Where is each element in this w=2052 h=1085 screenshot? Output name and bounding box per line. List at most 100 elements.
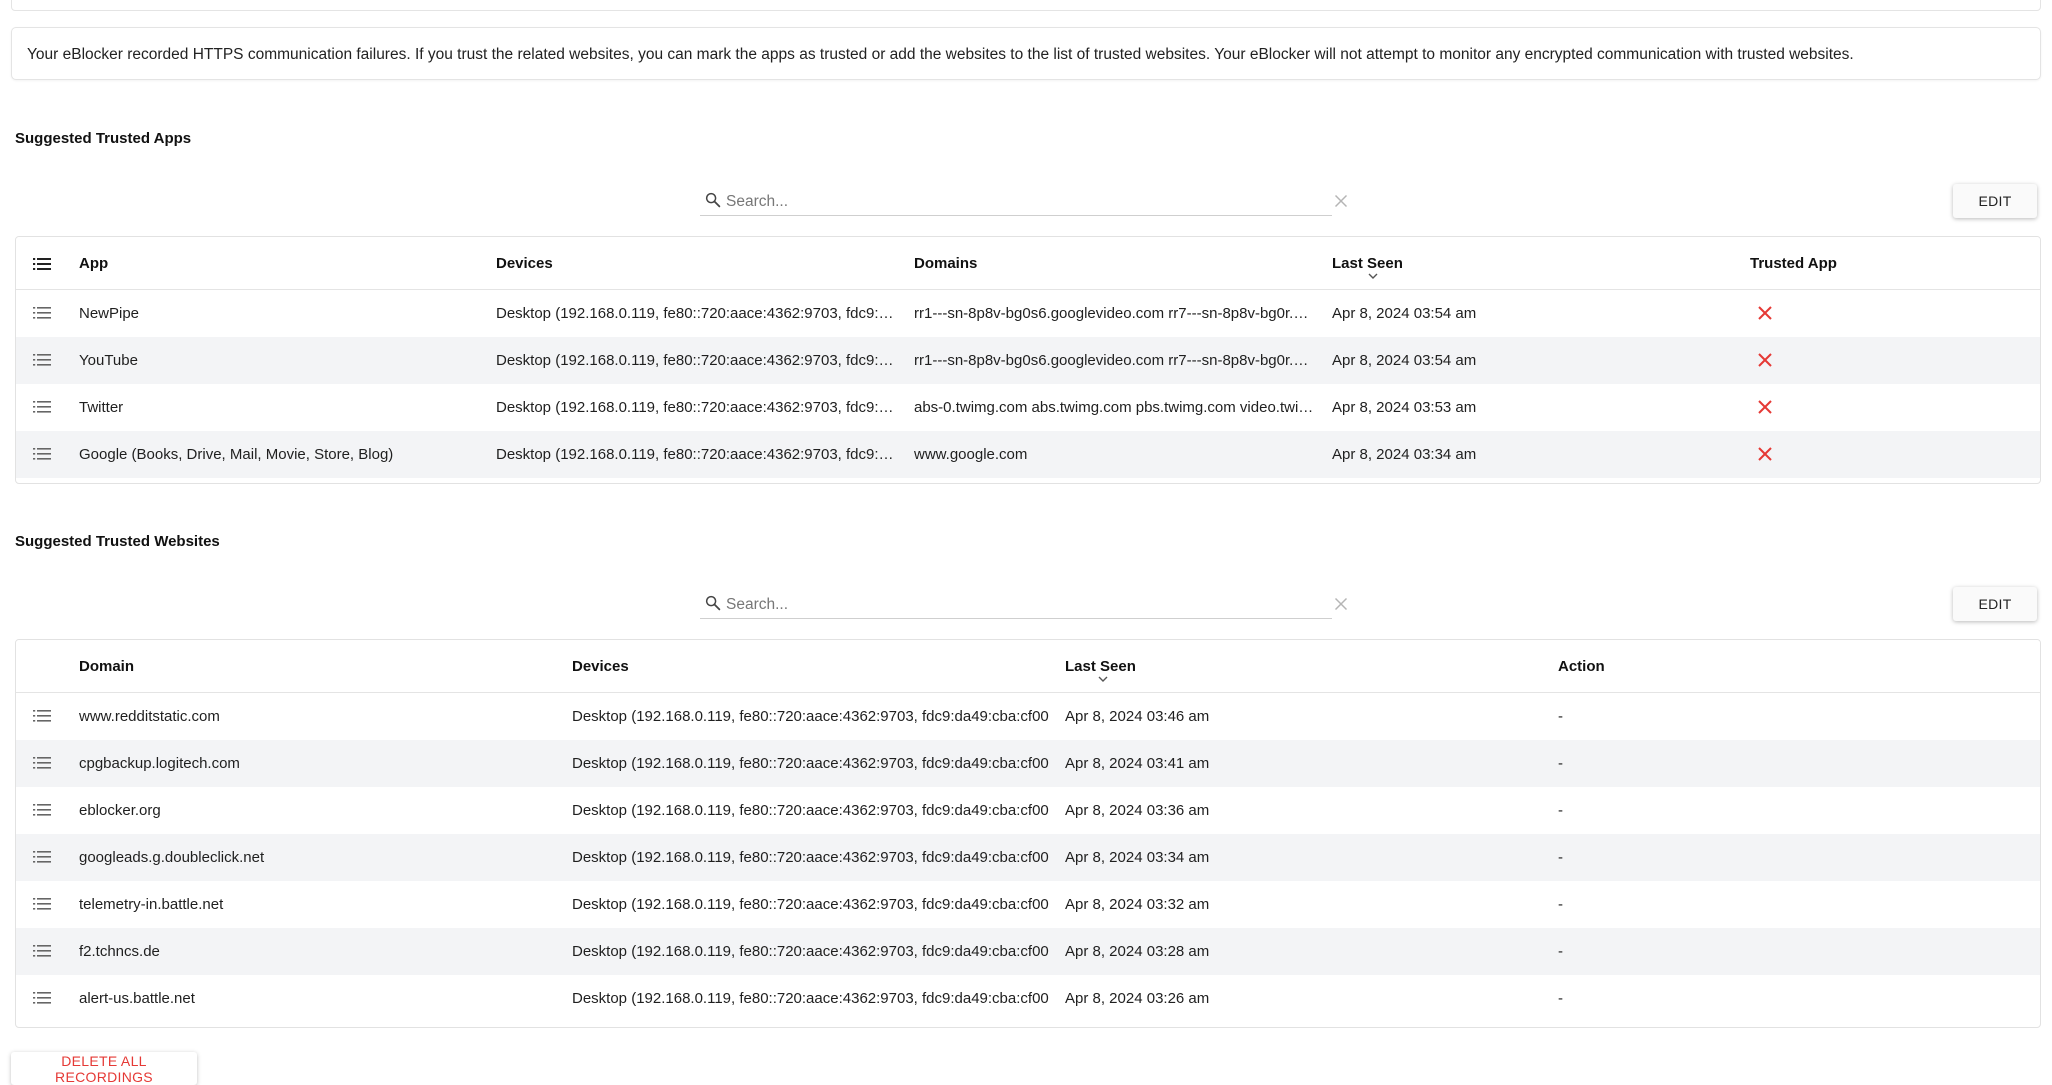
list-icon[interactable] <box>33 709 51 723</box>
apps-table-header: App Devices Domains Last Seen Trusted Ap… <box>16 237 2040 290</box>
website-last-seen: Apr 8, 2024 03:28 am <box>1065 943 1210 960</box>
website-devices: Desktop (192.168.0.119, fe80::720:aace:4… <box>572 849 1049 866</box>
website-action: - <box>1558 943 1563 960</box>
col-last-seen[interactable]: Last Seen <box>1065 658 1136 675</box>
website-action: - <box>1558 802 1563 819</box>
app-devices: Desktop (192.168.0.119, fe80::720:aace:4… <box>496 446 896 463</box>
app-name: NewPipe <box>79 305 140 322</box>
website-domain: googleads.g.doubleclick.net <box>79 849 265 866</box>
list-icon[interactable] <box>33 447 51 461</box>
website-devices: Desktop (192.168.0.119, fe80::720:aace:4… <box>572 802 1049 819</box>
table-row[interactable]: YouTube Desktop (192.168.0.119, fe80::72… <box>16 337 2040 384</box>
close-icon[interactable] <box>1757 399 1773 415</box>
app-last-seen: Apr 8, 2024 03:54 am <box>1332 305 1477 322</box>
col-domain[interactable]: Domain <box>79 658 134 675</box>
col-last-seen[interactable]: Last Seen <box>1332 255 1403 272</box>
website-devices: Desktop (192.168.0.119, fe80::720:aace:4… <box>572 708 1049 725</box>
app-name: Twitter <box>79 399 124 416</box>
search-icon <box>705 595 721 611</box>
info-card: Your eBlocker recorded HTTPS communicati… <box>11 27 2041 80</box>
website-action: - <box>1558 990 1563 1007</box>
list-icon[interactable] <box>33 991 51 1005</box>
website-domain: telemetry-in.battle.net <box>79 896 224 913</box>
website-devices: Desktop (192.168.0.119, fe80::720:aace:4… <box>572 755 1049 772</box>
list-icon[interactable] <box>33 803 51 817</box>
col-app[interactable]: App <box>79 255 108 272</box>
search-icon <box>705 192 721 208</box>
list-icon[interactable] <box>33 756 51 770</box>
table-row[interactable]: alert-us.battle.net Desktop (192.168.0.1… <box>16 975 2040 1022</box>
chevron-down-icon <box>1368 273 1378 279</box>
clear-icon[interactable] <box>1330 593 1352 615</box>
col-domains[interactable]: Domains <box>914 255 977 272</box>
website-last-seen: Apr 8, 2024 03:34 am <box>1065 849 1210 866</box>
website-last-seen: Apr 8, 2024 03:36 am <box>1065 802 1210 819</box>
websites-table-header: Domain Devices Last Seen Action <box>16 640 2040 693</box>
close-icon[interactable] <box>1757 352 1773 368</box>
list-icon[interactable] <box>33 353 51 367</box>
list-icon[interactable] <box>33 400 51 414</box>
list-icon[interactable] <box>33 306 51 320</box>
website-last-seen: Apr 8, 2024 03:32 am <box>1065 896 1210 913</box>
col-devices[interactable]: Devices <box>496 255 553 272</box>
app-name: Google (Books, Drive, Mail, Movie, Store… <box>79 446 394 463</box>
app-domains: www.google.com <box>914 446 1028 463</box>
info-message: Your eBlocker recorded HTTPS communicati… <box>27 46 1854 63</box>
apps-section-title: Suggested Trusted Apps <box>15 130 192 147</box>
website-domain: cpgbackup.logitech.com <box>79 755 240 772</box>
app-devices: Desktop (192.168.0.119, fe80::720:aace:4… <box>496 352 896 369</box>
websites-search-input[interactable] <box>724 593 1288 617</box>
websites-table: Domain Devices Last Seen Action www.redd… <box>15 639 2041 1028</box>
apps-search-box <box>700 186 1332 216</box>
app-last-seen: Apr 8, 2024 03:53 am <box>1332 399 1477 416</box>
websites-section-title: Suggested Trusted Websites <box>15 533 220 550</box>
website-domain: eblocker.org <box>79 802 161 819</box>
website-last-seen: Apr 8, 2024 03:41 am <box>1065 755 1210 772</box>
table-row[interactable]: eblocker.org Desktop (192.168.0.119, fe8… <box>16 787 2040 834</box>
table-row[interactable]: cpgbackup.logitech.com Desktop (192.168.… <box>16 740 2040 787</box>
app-domains: rr1---sn-8p8v-bg0s6.googlevideo.com rr7-… <box>914 305 1314 322</box>
websites-edit-button[interactable]: EDIT <box>1953 587 2037 621</box>
app-name: YouTube <box>79 352 138 369</box>
table-row[interactable]: googleads.g.doubleclick.net Desktop (192… <box>16 834 2040 881</box>
table-row[interactable]: telemetry-in.battle.net Desktop (192.168… <box>16 881 2040 928</box>
website-devices: Desktop (192.168.0.119, fe80::720:aace:4… <box>572 990 1049 1007</box>
apps-table: App Devices Domains Last Seen Trusted Ap… <box>15 236 2041 484</box>
website-domain: alert-us.battle.net <box>79 990 195 1007</box>
top-card <box>11 0 2041 11</box>
table-row[interactable]: Google (Books, Drive, Mail, Movie, Store… <box>16 431 2040 478</box>
close-icon[interactable] <box>1757 446 1773 462</box>
website-devices: Desktop (192.168.0.119, fe80::720:aace:4… <box>572 896 1049 913</box>
websites-table-body: www.redditstatic.com Desktop (192.168.0.… <box>16 693 2040 1022</box>
website-action: - <box>1558 896 1563 913</box>
col-trusted-app[interactable]: Trusted App <box>1750 255 1837 272</box>
websites-search-box <box>700 589 1332 619</box>
delete-all-recordings-button[interactable]: DELETE ALL RECORDINGS <box>11 1052 197 1085</box>
website-domain: www.redditstatic.com <box>79 708 220 725</box>
list-icon[interactable] <box>33 897 51 911</box>
apps-table-body: NewPipe Desktop (192.168.0.119, fe80::72… <box>16 290 2040 478</box>
table-row[interactable]: f2.tchncs.de Desktop (192.168.0.119, fe8… <box>16 928 2040 975</box>
apps-edit-button[interactable]: EDIT <box>1953 184 2037 218</box>
website-devices: Desktop (192.168.0.119, fe80::720:aace:4… <box>572 943 1049 960</box>
list-icon[interactable] <box>33 944 51 958</box>
app-last-seen: Apr 8, 2024 03:54 am <box>1332 352 1477 369</box>
apps-search-input[interactable] <box>724 190 1288 214</box>
list-icon[interactable] <box>33 850 51 864</box>
table-row[interactable]: NewPipe Desktop (192.168.0.119, fe80::72… <box>16 290 2040 337</box>
website-last-seen: Apr 8, 2024 03:46 am <box>1065 708 1210 725</box>
clear-icon[interactable] <box>1330 190 1352 212</box>
app-devices: Desktop (192.168.0.119, fe80::720:aace:4… <box>496 305 896 322</box>
list-icon[interactable] <box>33 257 51 271</box>
app-devices: Desktop (192.168.0.119, fe80::720:aace:4… <box>496 399 896 416</box>
app-domains: rr1---sn-8p8v-bg0s6.googlevideo.com rr7-… <box>914 352 1314 369</box>
col-action[interactable]: Action <box>1558 658 1605 675</box>
table-row[interactable]: www.redditstatic.com Desktop (192.168.0.… <box>16 693 2040 740</box>
close-icon[interactable] <box>1757 305 1773 321</box>
website-action: - <box>1558 755 1563 772</box>
table-row[interactable]: Twitter Desktop (192.168.0.119, fe80::72… <box>16 384 2040 431</box>
col-devices[interactable]: Devices <box>572 658 629 675</box>
website-action: - <box>1558 708 1563 725</box>
website-action: - <box>1558 849 1563 866</box>
chevron-down-icon <box>1098 676 1108 682</box>
